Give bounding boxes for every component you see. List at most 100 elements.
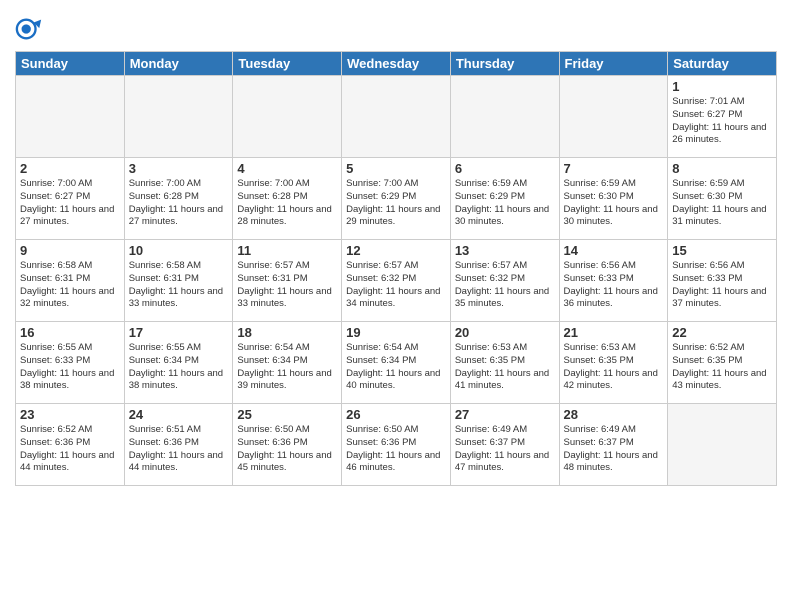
day-cell-22: 22 Sunrise: 6:52 AM Sunset: 6:35 PM Dayli… [668,322,777,404]
day-info: Sunrise: 7:01 AM Sunset: 6:27 PM Dayligh… [672,96,772,147]
day-number: 11 [237,243,337,258]
weekday-header-thursday: Thursday [450,52,559,76]
day-info: Sunrise: 6:55 AM Sunset: 6:33 PM Dayligh… [20,342,120,393]
day-info: Sunrise: 7:00 AM Sunset: 6:27 PM Dayligh… [20,178,120,229]
day-number: 23 [20,407,120,422]
day-cell-15: 15 Sunrise: 6:56 AM Sunset: 6:33 PM Dayli… [668,240,777,322]
day-cell-4: 4 Sunrise: 7:00 AM Sunset: 6:28 PM Daylig… [233,158,342,240]
day-info: Sunrise: 6:53 AM Sunset: 6:35 PM Dayligh… [564,342,664,393]
week-row-4: 16 Sunrise: 6:55 AM Sunset: 6:33 PM Dayli… [16,322,777,404]
day-cell-23: 23Sunrise: 6:52 AM Sunset: 6:36 PM Dayli… [16,404,125,486]
header [15,10,777,43]
day-number: 1 [672,79,772,94]
weekday-header-sunday: Sunday [16,52,125,76]
day-number: 15 [672,243,772,258]
day-number: 22 [672,325,772,340]
day-info: Sunrise: 6:51 AM Sunset: 6:36 PM Dayligh… [129,424,229,475]
day-info: Sunrise: 6:59 AM Sunset: 6:30 PM Dayligh… [564,178,664,229]
calendar: SundayMondayTuesdayWednesdayThursdayFrid… [15,51,777,486]
day-info: Sunrise: 7:00 AM Sunset: 6:28 PM Dayligh… [237,178,337,229]
day-number: 13 [455,243,555,258]
day-info: Sunrise: 6:57 AM Sunset: 6:32 PM Dayligh… [455,260,555,311]
day-number: 4 [237,161,337,176]
day-info: Sunrise: 6:49 AM Sunset: 6:37 PM Dayligh… [455,424,555,475]
day-info: Sunrise: 6:56 AM Sunset: 6:33 PM Dayligh… [564,260,664,311]
empty-cell [16,76,125,158]
empty-cell [450,76,559,158]
day-info: Sunrise: 6:58 AM Sunset: 6:31 PM Dayligh… [129,260,229,311]
day-cell-12: 12 Sunrise: 6:57 AM Sunset: 6:32 PM Dayli… [342,240,451,322]
day-info: Sunrise: 6:56 AM Sunset: 6:33 PM Dayligh… [672,260,772,311]
day-number: 8 [672,161,772,176]
day-number: 7 [564,161,664,176]
day-number: 5 [346,161,446,176]
day-cell-16: 16 Sunrise: 6:55 AM Sunset: 6:33 PM Dayli… [16,322,125,404]
day-number: 26 [346,407,446,422]
day-info: Sunrise: 6:52 AM Sunset: 6:35 PM Dayligh… [672,342,772,393]
day-number: 3 [129,161,229,176]
empty-cell [124,76,233,158]
day-cell-8: 8 Sunrise: 6:59 AM Sunset: 6:30 PM Daylig… [668,158,777,240]
day-number: 6 [455,161,555,176]
day-info: Sunrise: 6:54 AM Sunset: 6:34 PM Dayligh… [346,342,446,393]
day-cell-5: 5 Sunrise: 7:00 AM Sunset: 6:29 PM Daylig… [342,158,451,240]
day-cell-19: 19 Sunrise: 6:54 AM Sunset: 6:34 PM Dayli… [342,322,451,404]
day-cell-7: 7 Sunrise: 6:59 AM Sunset: 6:30 PM Daylig… [559,158,668,240]
weekday-header-wednesday: Wednesday [342,52,451,76]
weekday-header-row: SundayMondayTuesdayWednesdayThursdayFrid… [16,52,777,76]
day-cell-1: 1 Sunrise: 7:01 AM Sunset: 6:27 PM Daylig… [668,76,777,158]
day-number: 21 [564,325,664,340]
day-info: Sunrise: 6:49 AM Sunset: 6:37 PM Dayligh… [564,424,664,475]
day-info: Sunrise: 6:53 AM Sunset: 6:35 PM Dayligh… [455,342,555,393]
logo-icon [15,15,43,43]
day-number: 24 [129,407,229,422]
week-row-3: 9 Sunrise: 6:58 AM Sunset: 6:31 PM Daylig… [16,240,777,322]
week-row-1: 1 Sunrise: 7:01 AM Sunset: 6:27 PM Daylig… [16,76,777,158]
day-number: 28 [564,407,664,422]
weekday-header-saturday: Saturday [668,52,777,76]
day-cell-9: 9Sunrise: 6:58 AM Sunset: 6:31 PM Daylig… [16,240,125,322]
day-cell-20: 20 Sunrise: 6:53 AM Sunset: 6:35 PM Dayli… [450,322,559,404]
day-info: Sunrise: 6:54 AM Sunset: 6:34 PM Dayligh… [237,342,337,393]
day-cell-6: 6 Sunrise: 6:59 AM Sunset: 6:29 PM Daylig… [450,158,559,240]
week-row-5: 23Sunrise: 6:52 AM Sunset: 6:36 PM Dayli… [16,404,777,486]
day-number: 12 [346,243,446,258]
page-container: SundayMondayTuesdayWednesdayThursdayFrid… [0,0,792,491]
empty-cell [342,76,451,158]
day-cell-10: 10 Sunrise: 6:58 AM Sunset: 6:31 PM Dayli… [124,240,233,322]
weekday-header-monday: Monday [124,52,233,76]
day-number: 2 [20,161,120,176]
empty-cell [668,404,777,486]
day-cell-13: 13 Sunrise: 6:57 AM Sunset: 6:32 PM Dayli… [450,240,559,322]
day-info: Sunrise: 6:57 AM Sunset: 6:31 PM Dayligh… [237,260,337,311]
day-cell-11: 11 Sunrise: 6:57 AM Sunset: 6:31 PM Dayli… [233,240,342,322]
day-cell-28: 28 Sunrise: 6:49 AM Sunset: 6:37 PM Dayli… [559,404,668,486]
day-info: Sunrise: 6:55 AM Sunset: 6:34 PM Dayligh… [129,342,229,393]
day-info: Sunrise: 6:57 AM Sunset: 6:32 PM Dayligh… [346,260,446,311]
day-cell-27: 27 Sunrise: 6:49 AM Sunset: 6:37 PM Dayli… [450,404,559,486]
day-cell-14: 14Sunrise: 6:56 AM Sunset: 6:33 PM Dayli… [559,240,668,322]
logo [15,15,45,43]
empty-cell [233,76,342,158]
day-info: Sunrise: 6:50 AM Sunset: 6:36 PM Dayligh… [237,424,337,475]
day-number: 19 [346,325,446,340]
day-number: 18 [237,325,337,340]
day-cell-2: 2 Sunrise: 7:00 AM Sunset: 6:27 PM Daylig… [16,158,125,240]
day-number: 16 [20,325,120,340]
day-number: 17 [129,325,229,340]
day-number: 27 [455,407,555,422]
empty-cell [559,76,668,158]
week-row-2: 2 Sunrise: 7:00 AM Sunset: 6:27 PM Daylig… [16,158,777,240]
day-info: Sunrise: 7:00 AM Sunset: 6:29 PM Dayligh… [346,178,446,229]
day-number: 9 [20,243,120,258]
weekday-header-tuesday: Tuesday [233,52,342,76]
day-number: 20 [455,325,555,340]
day-cell-21: 21 Sunrise: 6:53 AM Sunset: 6:35 PM Dayli… [559,322,668,404]
day-info: Sunrise: 6:59 AM Sunset: 6:30 PM Dayligh… [672,178,772,229]
day-number: 10 [129,243,229,258]
day-info: Sunrise: 6:59 AM Sunset: 6:29 PM Dayligh… [455,178,555,229]
day-cell-18: 18 Sunrise: 6:54 AM Sunset: 6:34 PM Dayli… [233,322,342,404]
day-cell-17: 17 Sunrise: 6:55 AM Sunset: 6:34 PM Dayli… [124,322,233,404]
day-cell-26: 26Sunrise: 6:50 AM Sunset: 6:36 PM Dayli… [342,404,451,486]
day-info: Sunrise: 7:00 AM Sunset: 6:28 PM Dayligh… [129,178,229,229]
